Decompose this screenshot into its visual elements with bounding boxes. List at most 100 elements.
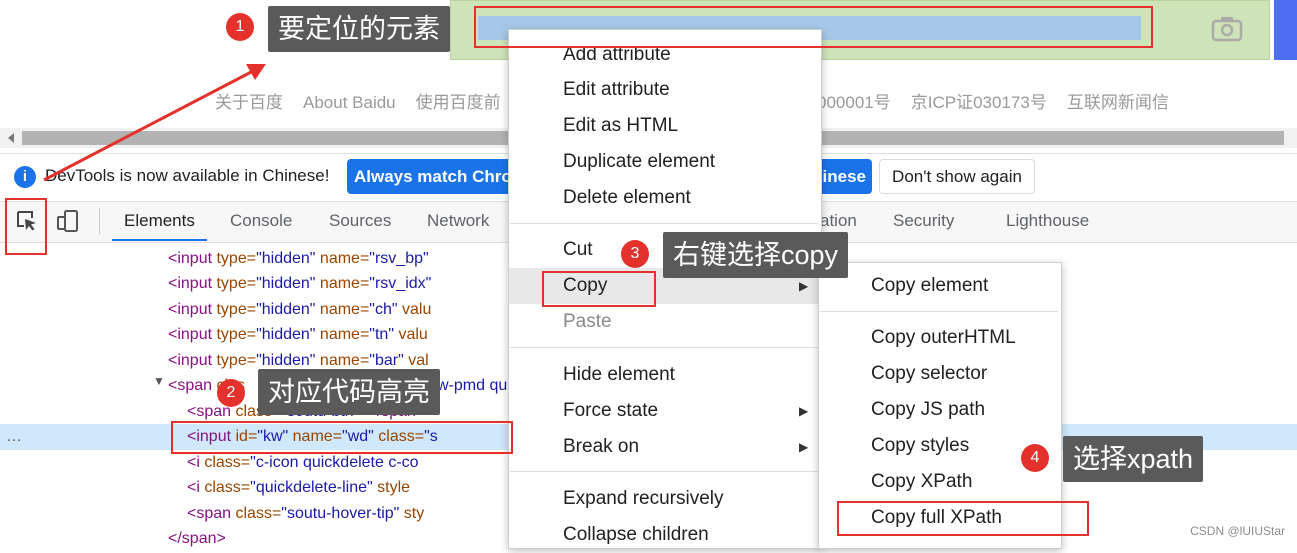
footer-link[interactable]: 京ICP证030173号 (911, 88, 1047, 113)
tree-node[interactable]: <i class="quickdelete-line" style (187, 475, 410, 500)
attr-value: "tn" (369, 326, 394, 343)
attr-value: "hidden" (256, 326, 316, 343)
annotation-box-selected-node (171, 421, 513, 454)
infobar-message: DevTools is now available in Chinese! (45, 166, 330, 185)
always-button-label: Always match Chro (354, 167, 512, 186)
attr-value: "rsv_bp" (369, 250, 429, 267)
attr-name: name= (315, 301, 370, 318)
footer-link[interactable]: 使用百度前 (416, 88, 501, 113)
step-callout-3: 右键选择copy (663, 232, 849, 278)
attr-name: type= (216, 326, 257, 343)
attr-name: class= (204, 479, 251, 496)
menu-item-cut[interactable]: Cut (563, 232, 593, 268)
tree-node[interactable]: <input type="hidden" name="ch" valu (168, 297, 431, 322)
tab-lighthouse[interactable]: Lighthouse (1006, 201, 1089, 241)
menu-item-copy-outerhtml[interactable]: Copy outerHTML (871, 320, 1016, 356)
menu-item-break-on[interactable]: Break on (563, 429, 639, 465)
tag-text: <input (168, 301, 217, 318)
menu-item-hide-element[interactable]: Hide element (563, 357, 675, 393)
attr-name: type= (216, 275, 257, 292)
attr-name: name= (315, 275, 370, 292)
tab-elements[interactable]: Elements (112, 201, 207, 241)
attr-name: name= (315, 250, 370, 267)
search-button-edge[interactable] (1274, 0, 1297, 60)
tab-security[interactable]: Security (893, 201, 954, 241)
info-icon: i (14, 166, 36, 188)
annotation-box-copy (542, 271, 656, 307)
submenu-arrow-icon: ▶ (799, 279, 809, 293)
step-callout-2: 对应代码高亮 (258, 369, 440, 415)
menu-item-edit-as-html[interactable]: Edit as HTML (563, 108, 678, 144)
attr-name: class= (235, 505, 282, 522)
attr-value: "rsv_idx" (369, 275, 432, 292)
menu-separator (510, 471, 818, 472)
tree-node-tail: w-pmd qu (437, 373, 507, 398)
menu-item-expand-recursively[interactable]: Expand recursively (563, 481, 724, 517)
tab-sources[interactable]: Sources (329, 201, 391, 241)
dont-show-again-button[interactable]: Don't show again (879, 159, 1035, 194)
menu-item-edit-attribute[interactable]: Edit attribute (563, 72, 670, 108)
attr-value: "c-icon quickdelete c-co (250, 454, 419, 471)
attr-value: "bar" (369, 352, 404, 369)
annotation-box-search-input (474, 6, 1153, 48)
attr-name: name= (315, 326, 370, 343)
menu-separator (510, 223, 818, 224)
attr-name: valu (397, 301, 432, 318)
menu-item-copy-styles[interactable]: Copy styles (871, 428, 969, 464)
menu-item-paste: Paste (563, 311, 612, 332)
step-badge-4: 4 (1021, 444, 1049, 472)
tab-console[interactable]: Console (230, 201, 292, 241)
tag-text: <span (168, 377, 213, 394)
expand-triangle-icon[interactable]: ▼ (153, 374, 165, 388)
footer-link[interactable]: 关于百度 (215, 88, 283, 113)
menu-item-copy-element[interactable]: Copy element (871, 268, 988, 304)
attr-value: "hidden" (256, 352, 316, 369)
tree-node[interactable]: </span> (168, 526, 226, 551)
menu-item-force-state[interactable]: Force state (563, 393, 658, 429)
attr-value: "hidden" (256, 301, 316, 318)
menu-item-collapse-children[interactable]: Collapse children (563, 517, 709, 553)
attr-name: type= (216, 250, 257, 267)
camera-icon[interactable] (1210, 14, 1244, 42)
footer-link[interactable]: About Baidu (303, 93, 396, 113)
tab-network[interactable]: Network (427, 201, 489, 241)
attr-name: val (403, 352, 429, 369)
device-toolbar-icon[interactable] (56, 209, 80, 233)
submenu-arrow-icon: ▶ (799, 440, 809, 454)
attr-value: "soutu-hover-tip" (281, 505, 400, 522)
tree-node[interactable]: <input type="hidden" name="tn" valu (168, 322, 428, 347)
attr-name: class= (204, 454, 251, 471)
attr-name: type= (216, 352, 257, 369)
attr-value: w-pmd qu (437, 377, 508, 394)
tree-node[interactable]: <span class="soutu-hover-tip" sty (187, 501, 424, 526)
attr-name: name= (315, 352, 370, 369)
tag-text: <i (187, 479, 205, 496)
menu-item-copy-js-path[interactable]: Copy JS path (871, 392, 985, 428)
submenu-arrow-icon: ▶ (799, 404, 809, 418)
tag-text: </span> (168, 530, 226, 547)
menu-item-copy-selector[interactable]: Copy selector (871, 356, 987, 392)
scroll-left-arrow-icon[interactable] (6, 132, 18, 144)
tag-text: <input (168, 352, 217, 369)
tree-node[interactable]: <input type="hidden" name="rsv_idx" (168, 271, 431, 296)
menu-separator (510, 347, 818, 348)
attr-name: sty (399, 505, 425, 522)
menu-item-duplicate-element[interactable]: Duplicate element (563, 144, 715, 180)
watermark: CSDN @lUIUStar (1190, 524, 1285, 538)
footer-link[interactable]: 互联网新闻信 (1067, 88, 1169, 113)
step-badge-1: 1 (226, 13, 254, 41)
attr-value: "hidden" (256, 250, 316, 267)
menu-item-delete-element[interactable]: Delete element (563, 180, 691, 216)
attr-name: type= (216, 301, 257, 318)
tree-node[interactable]: <input type="hidden" name="rsv_bp" (168, 246, 429, 271)
attr-name: style (372, 479, 411, 496)
step-badge-2: 2 (217, 379, 245, 407)
node-actions-ellipsis[interactable]: … (6, 424, 22, 450)
step-callout-1: 要定位的元素 (268, 6, 450, 52)
annotation-box-inspect (5, 198, 47, 255)
step-callout-4: 选择xpath (1063, 436, 1204, 482)
menu-item-copy-xpath[interactable]: Copy XPath (871, 464, 972, 500)
toolbar-divider (99, 208, 100, 234)
tag-text: <input (168, 326, 217, 343)
attr-value: "quickdelete-line" (250, 479, 373, 496)
